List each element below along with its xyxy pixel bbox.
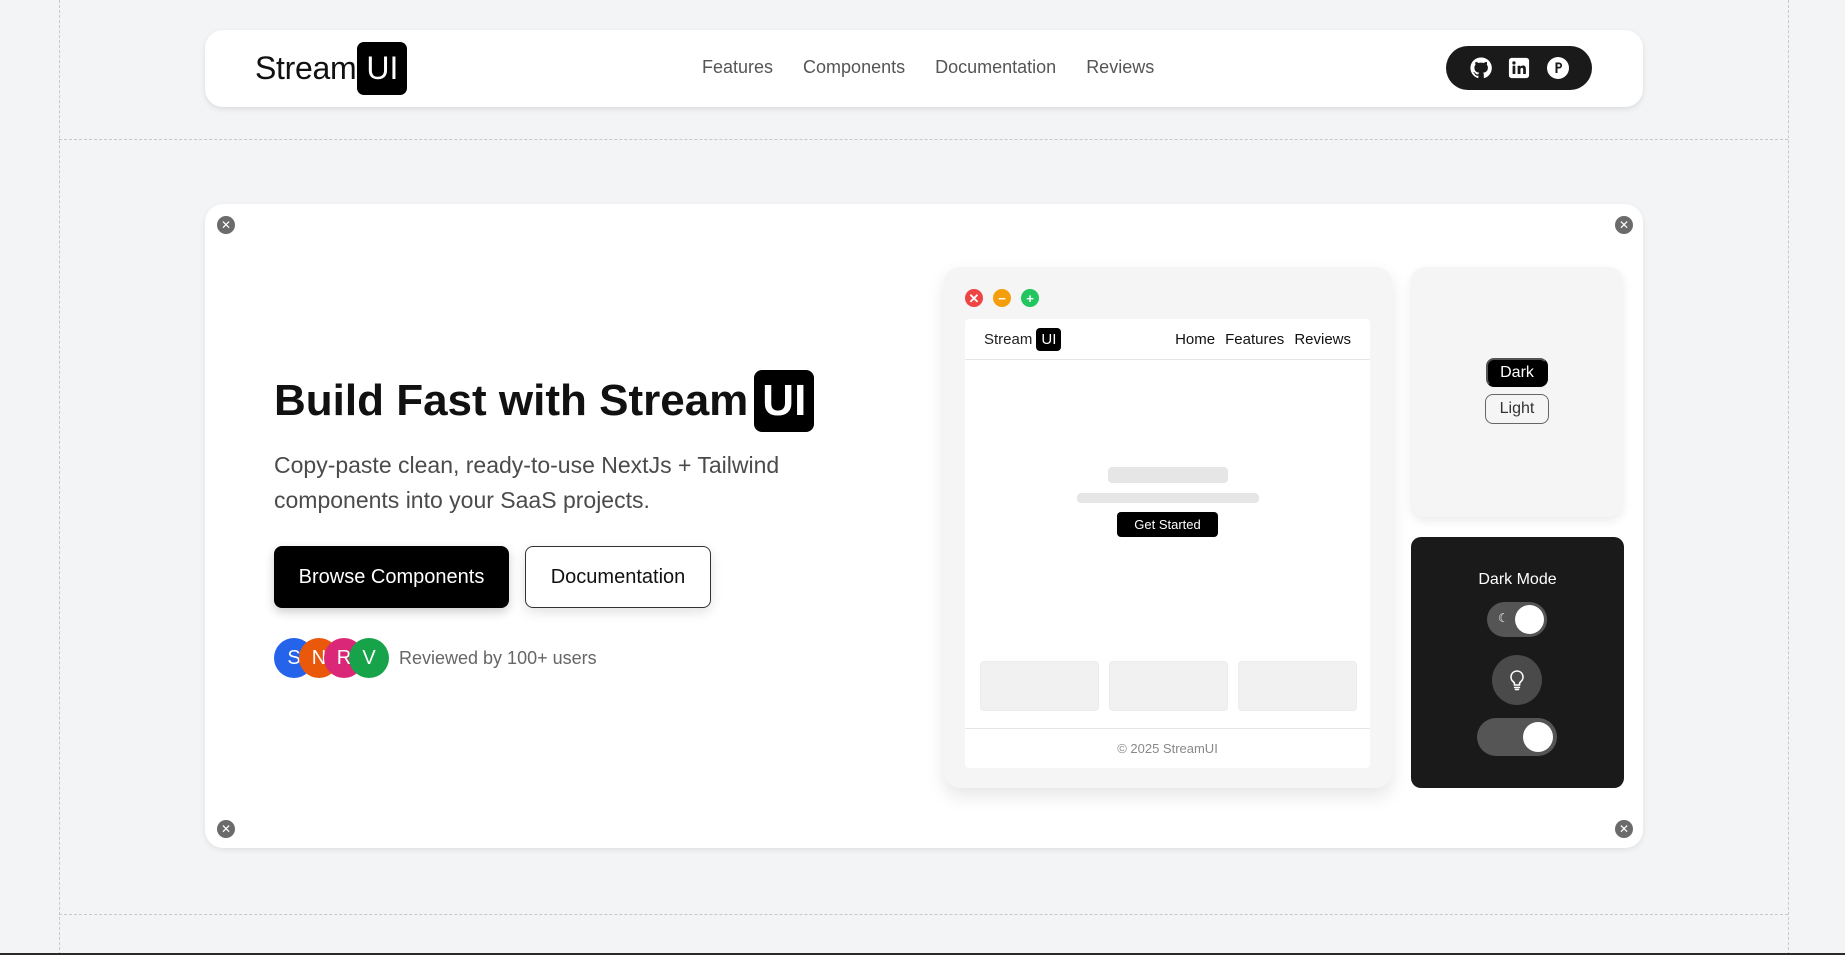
dark-mode-toggle[interactable]: ☾ bbox=[1487, 602, 1547, 637]
corner-close-icon[interactable]: ✕ bbox=[1615, 820, 1633, 838]
toggle-knob bbox=[1515, 605, 1544, 634]
mock-card bbox=[980, 661, 1099, 711]
github-icon[interactable] bbox=[1469, 56, 1493, 80]
minimize-window-icon[interactable]: − bbox=[993, 289, 1011, 307]
dark-mode-title: Dark Mode bbox=[1478, 571, 1557, 588]
producthunt-icon[interactable] bbox=[1546, 56, 1570, 80]
mock-get-started-button[interactable]: Get Started bbox=[1117, 512, 1218, 537]
mock-nav-home[interactable]: Home bbox=[1175, 331, 1215, 348]
nav-link-components[interactable]: Components bbox=[803, 57, 905, 78]
hero-title-text: Build Fast with Stream bbox=[274, 376, 749, 425]
browser-mockup: ✕ − + Stream UI Home Features Reviews Ge… bbox=[944, 267, 1392, 788]
maximize-window-icon[interactable]: + bbox=[1021, 289, 1039, 307]
moon-icon: ☾ bbox=[1498, 611, 1509, 625]
mock-footer: © 2025 StreamUI bbox=[965, 728, 1370, 768]
mock-logo[interactable]: Stream UI bbox=[984, 327, 1062, 351]
guide-line-top bbox=[59, 139, 1788, 140]
hero-subtitle: Copy-paste clean, ready-to-use NextJs + … bbox=[274, 452, 780, 513]
mock-card bbox=[1109, 661, 1228, 711]
navbar: Stream UI Features Components Documentat… bbox=[205, 30, 1643, 107]
dark-mode-card: Dark Mode ☾ bbox=[1411, 537, 1624, 788]
mock-logo-badge: UI bbox=[1036, 327, 1062, 351]
hero-title: Build Fast with Stream UI bbox=[274, 370, 815, 432]
guide-line-bottom bbox=[59, 914, 1788, 915]
close-window-icon[interactable]: ✕ bbox=[965, 289, 983, 307]
window-controls: ✕ − + bbox=[965, 289, 1039, 307]
mock-nav-reviews[interactable]: Reviews bbox=[1294, 331, 1351, 348]
corner-close-icon[interactable]: ✕ bbox=[1615, 216, 1633, 234]
skeleton-line bbox=[1077, 493, 1259, 503]
mock-cards bbox=[980, 661, 1357, 711]
guide-line-right bbox=[1788, 0, 1789, 955]
avatar: V bbox=[349, 638, 389, 678]
theme-switcher-card: Dark Light bbox=[1411, 267, 1623, 517]
skeleton-line bbox=[1108, 467, 1228, 483]
light-theme-button[interactable]: Light bbox=[1485, 394, 1549, 424]
nav-link-features[interactable]: Features bbox=[702, 57, 773, 78]
lightbulb-icon bbox=[1510, 670, 1524, 691]
dark-theme-button[interactable]: Dark bbox=[1486, 358, 1548, 387]
browse-components-button[interactable]: Browse Components bbox=[274, 546, 509, 608]
mock-logo-text: Stream bbox=[984, 330, 1033, 348]
social-links bbox=[1446, 46, 1592, 90]
reviews: S N R V Reviewed by 100+ users bbox=[274, 638, 597, 678]
toggle-knob bbox=[1523, 722, 1553, 752]
corner-close-icon[interactable]: ✕ bbox=[217, 820, 235, 838]
guide-line-left bbox=[59, 0, 60, 955]
nav-link-documentation[interactable]: Documentation bbox=[935, 57, 1056, 78]
nav-link-reviews[interactable]: Reviews bbox=[1086, 57, 1154, 78]
mock-card bbox=[1238, 661, 1357, 711]
mock-navbar: Stream UI Home Features Reviews bbox=[965, 319, 1370, 360]
mock-nav-links: Home Features Reviews bbox=[1175, 331, 1351, 348]
nav-links: Features Components Documentation Review… bbox=[702, 57, 1154, 78]
logo[interactable]: Stream UI bbox=[255, 42, 408, 95]
documentation-button[interactable]: Documentation bbox=[525, 546, 711, 608]
mock-page: Stream UI Home Features Reviews Get Star… bbox=[965, 319, 1370, 768]
hero-title-badge: UI bbox=[754, 370, 815, 432]
logo-badge: UI bbox=[357, 42, 408, 95]
reviews-text: Reviewed by 100+ users bbox=[399, 647, 597, 668]
hero-card: ✕ ✕ ✕ ✕ Build Fast with Stream UI Copy-p… bbox=[205, 204, 1643, 848]
lightbulb-button[interactable] bbox=[1492, 655, 1542, 705]
mock-nav-features[interactable]: Features bbox=[1225, 331, 1284, 348]
corner-close-icon[interactable]: ✕ bbox=[217, 216, 235, 234]
logo-text: Stream bbox=[255, 50, 357, 86]
linkedin-icon[interactable] bbox=[1507, 56, 1531, 80]
theme-toggle-switch[interactable] bbox=[1477, 718, 1557, 756]
